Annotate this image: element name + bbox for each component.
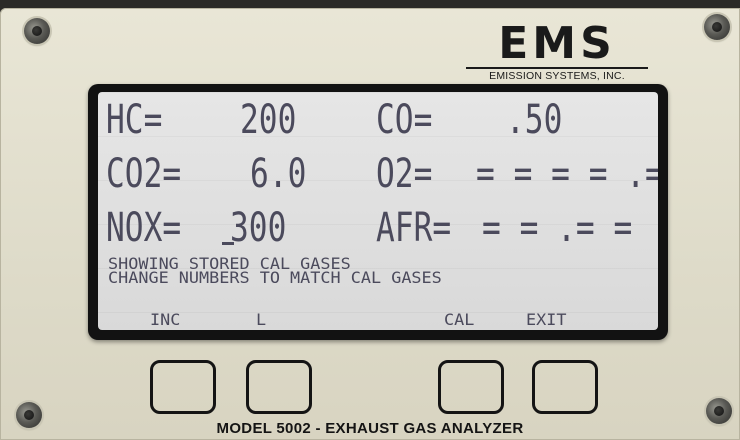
edit-cursor [222, 242, 234, 245]
display-bezel: HC= 200 CO= .50 CO2= 6.0 O2= = = = = .= … [88, 84, 668, 340]
o2-value: = = = = .= [476, 151, 658, 197]
softkey-button-cal[interactable] [438, 360, 504, 414]
softkey-label-cal: CAL [444, 310, 475, 329]
logo-text: EMS [498, 18, 616, 69]
softkey-button-inc[interactable] [150, 360, 216, 414]
co2-label: CO2= [106, 151, 182, 197]
co-value: .50 [506, 97, 563, 143]
company-name: EMISSION SYSTEMS, INC. [489, 70, 625, 82]
screw-top-left [24, 18, 50, 44]
o2-label: O2= [376, 151, 433, 197]
softkey-label-exit: EXIT [526, 310, 567, 329]
co2-value: 6.0 [250, 151, 307, 197]
ems-logo: EMS EMISSION SYSTEMS, INC. [462, 18, 652, 82]
nox-value: 300 [230, 205, 287, 251]
status-message-2: CHANGE NUMBERS TO MATCH CAL GASES [108, 268, 442, 287]
softkey-label-inc: INC [150, 310, 181, 329]
softkey-button-l[interactable] [246, 360, 312, 414]
model-label: MODEL 5002 - EXHAUST GAS ANALYZER [216, 420, 524, 437]
nox-label: NOX= [106, 205, 182, 251]
afr-value: = = .= = [482, 205, 633, 251]
hc-label: HC= [106, 97, 163, 143]
hc-value: 200 [240, 97, 297, 143]
lcd-screen: HC= 200 CO= .50 CO2= 6.0 O2= = = = = .= … [98, 92, 658, 330]
analyzer-front-panel: EMS EMISSION SYSTEMS, INC. HC= 200 CO= .… [0, 8, 740, 440]
softkey-label-l: L [256, 310, 267, 329]
screw-top-right [704, 14, 730, 40]
co-label: CO= [376, 97, 433, 143]
afr-label: AFR= [376, 205, 452, 251]
softkey-button-exit[interactable] [532, 360, 598, 414]
